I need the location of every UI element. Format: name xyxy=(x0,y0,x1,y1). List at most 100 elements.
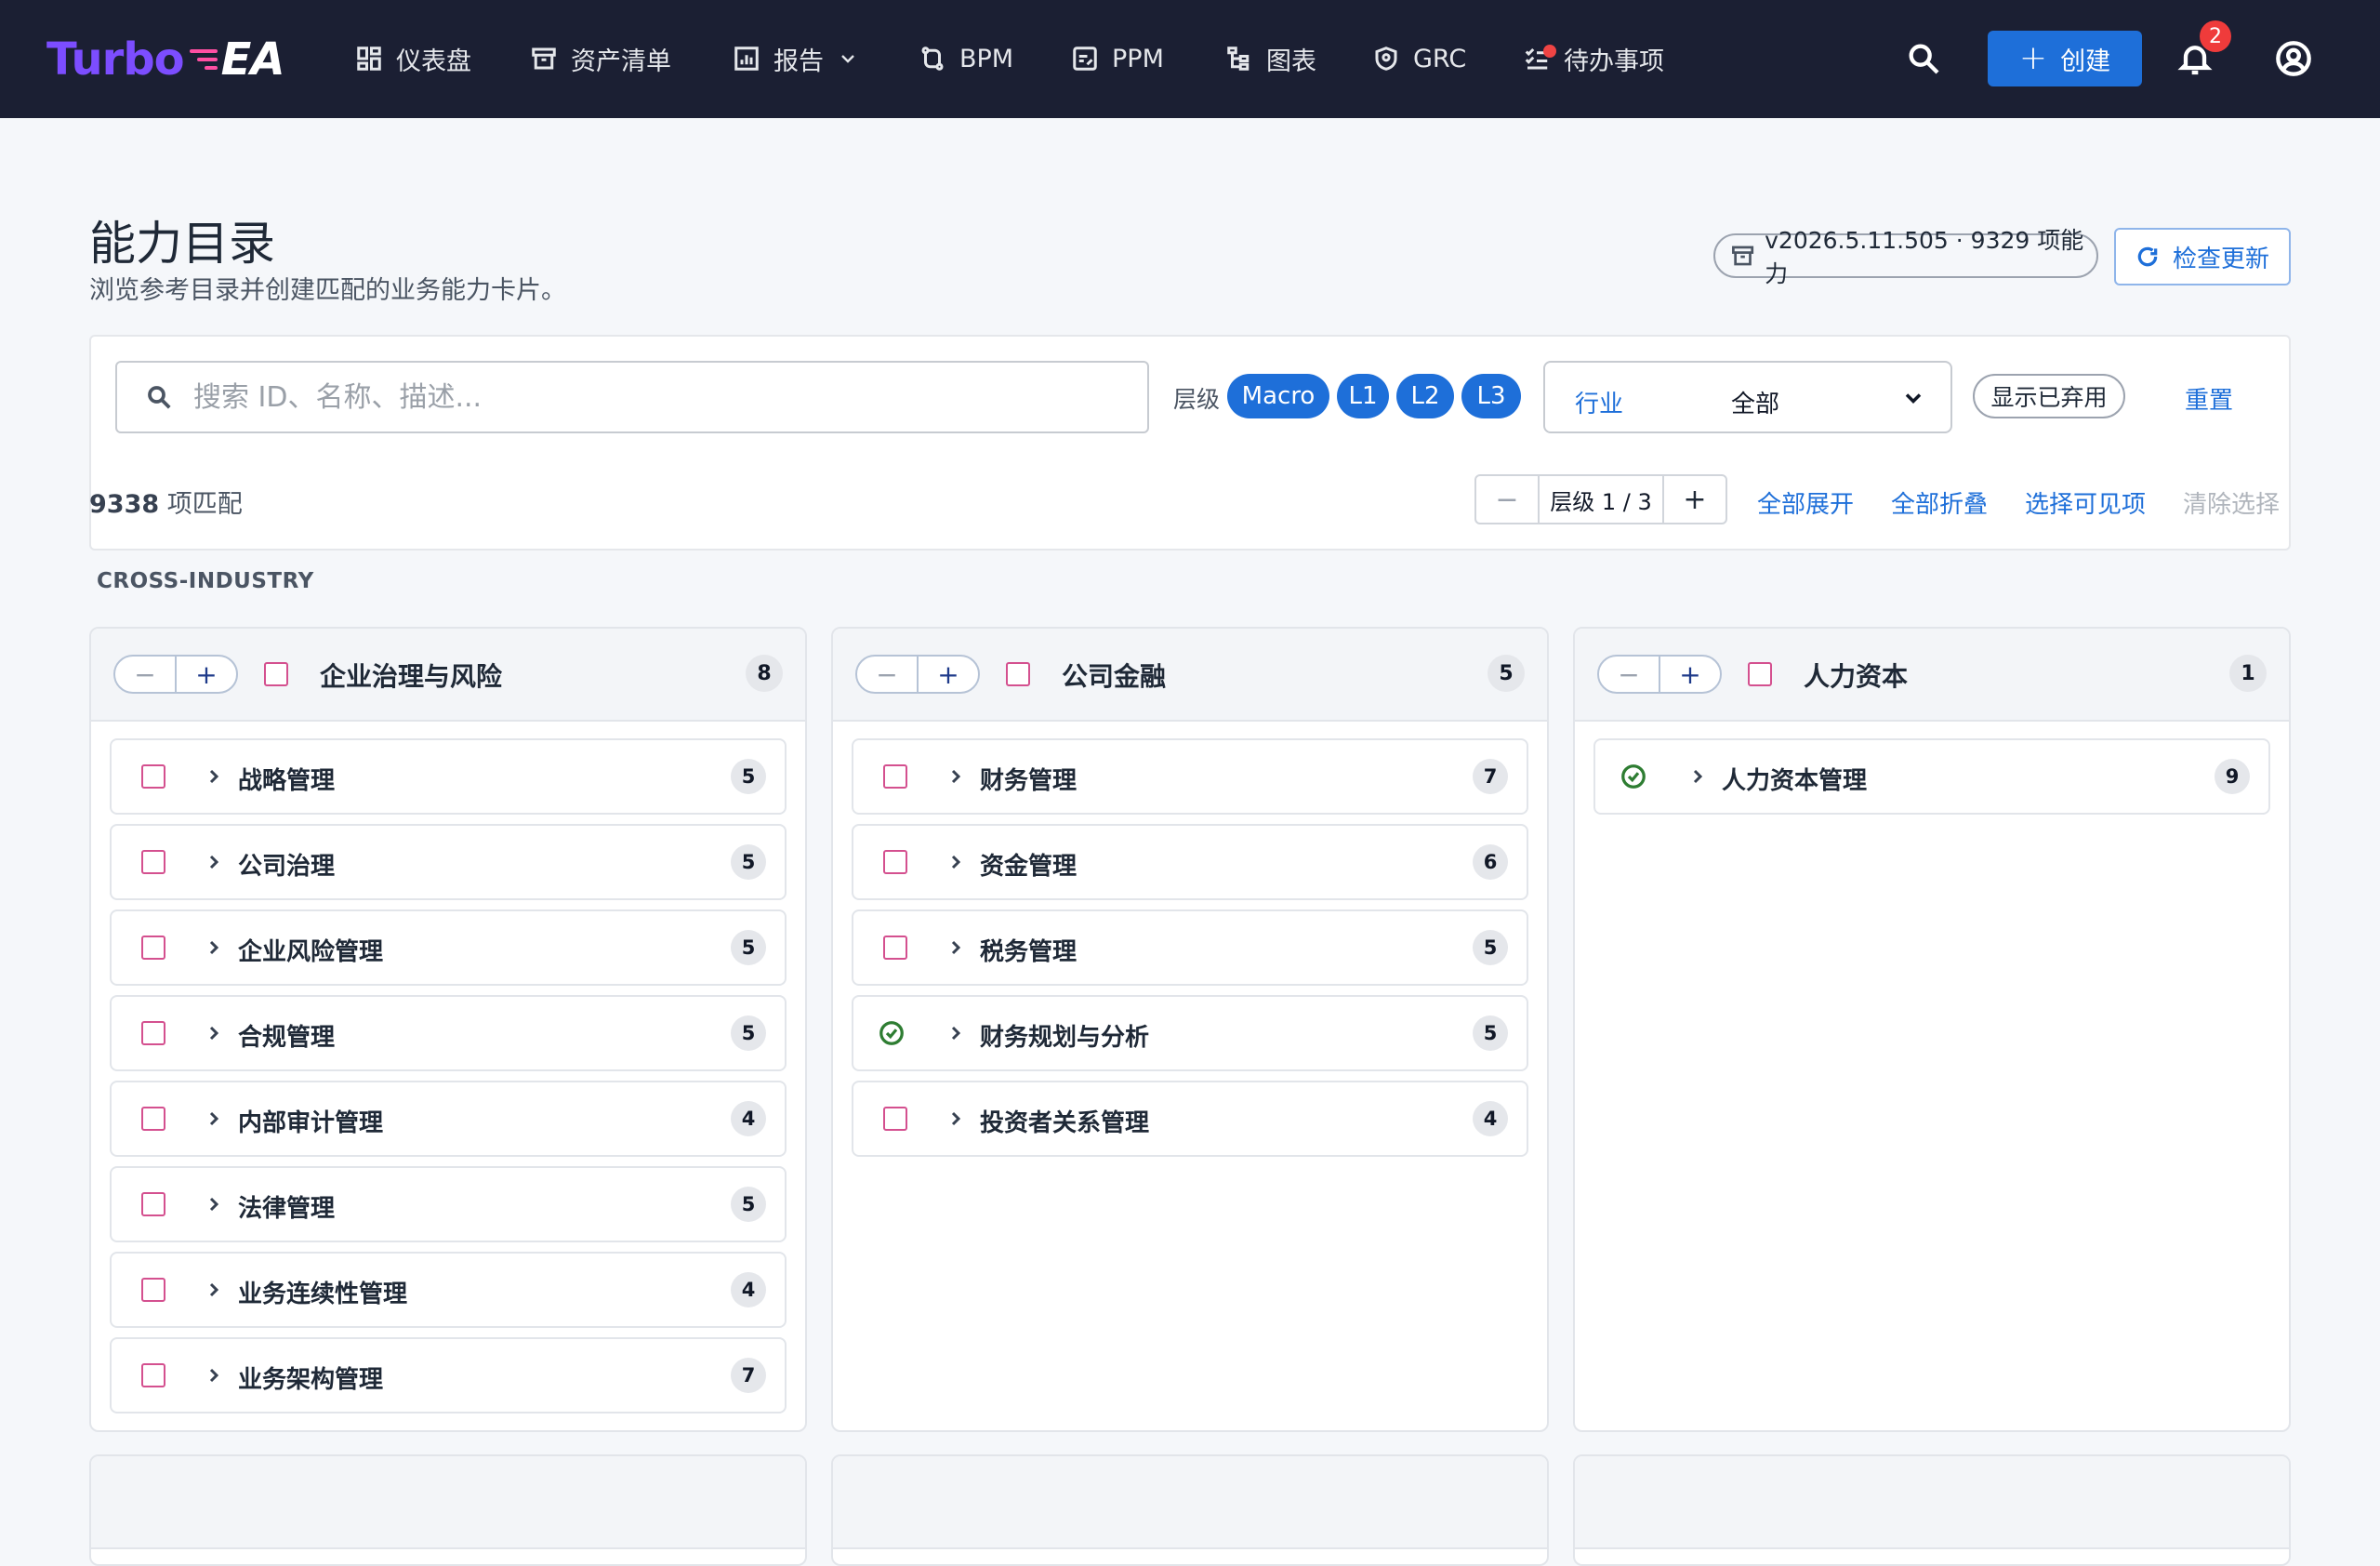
top-navbar: Turbo EA 仪表盘 资产清单 报告 BPM PPM 图表 GRC 待办事项… xyxy=(0,0,2380,118)
chevron-right-icon[interactable] xyxy=(945,936,967,959)
dashboard-icon xyxy=(357,46,381,71)
capability-row[interactable]: 公司治理 5 xyxy=(110,824,787,900)
row-checkbox[interactable] xyxy=(141,1107,165,1131)
nav-diagrams[interactable]: 图表 xyxy=(1225,35,1316,82)
row-checkbox[interactable] xyxy=(141,764,165,789)
card-expand-button[interactable]: + xyxy=(1660,657,1720,692)
row-checkbox[interactable] xyxy=(141,850,165,874)
card-expand-controls: − + xyxy=(1597,655,1722,694)
row-checkbox[interactable] xyxy=(141,1363,165,1387)
expand-all-button[interactable]: 全部展开 xyxy=(1757,485,1854,520)
capability-row[interactable]: 业务连续性管理 4 xyxy=(110,1252,787,1328)
capability-row-count: 5 xyxy=(1473,1015,1508,1051)
capability-row-label: 业务连续性管理 xyxy=(238,1281,408,1308)
card-collapse-button[interactable]: − xyxy=(1599,657,1660,692)
chevron-right-icon[interactable] xyxy=(203,1193,225,1215)
nav-reports[interactable]: 报告 xyxy=(733,35,859,82)
row-checkbox[interactable] xyxy=(883,936,907,960)
archive-icon xyxy=(1732,246,1754,266)
chevron-right-icon[interactable] xyxy=(1686,765,1709,788)
account-button[interactable] xyxy=(2268,33,2319,84)
nav-inventory-label: 资产清单 xyxy=(571,46,671,76)
row-checkbox[interactable] xyxy=(141,1021,165,1045)
select-visible-button[interactable]: 选择可见项 xyxy=(2025,485,2146,520)
row-checkbox[interactable] xyxy=(141,1278,165,1302)
capability-row[interactable]: 资金管理 6 xyxy=(852,824,1528,900)
match-count-value: 9338 xyxy=(89,490,160,519)
chevron-right-icon[interactable] xyxy=(945,1022,967,1044)
nav-dashboard[interactable]: 仪表盘 xyxy=(355,35,471,82)
card-expand-button[interactable]: + xyxy=(919,657,978,692)
card-count-badge: 1 xyxy=(2229,655,2267,692)
chevron-right-icon[interactable] xyxy=(203,1108,225,1130)
search-box[interactable] xyxy=(115,361,1149,433)
capability-row[interactable]: 投资者关系管理 4 xyxy=(852,1081,1528,1157)
chevron-right-icon[interactable] xyxy=(203,1022,225,1044)
row-checkbox[interactable] xyxy=(883,1107,907,1131)
nav-bpm[interactable]: BPM xyxy=(919,35,1013,82)
capability-row[interactable]: 企业风险管理 5 xyxy=(110,909,787,986)
capability-row-label: 内部审计管理 xyxy=(238,1109,384,1137)
reset-filters-link[interactable]: 重置 xyxy=(2185,381,2233,416)
nav-inventory[interactable]: 资产清单 xyxy=(530,35,671,82)
level-chip-macro[interactable]: Macro xyxy=(1227,374,1329,418)
level-chip-l3[interactable]: L3 xyxy=(1461,374,1521,418)
card-collapse-button[interactable]: − xyxy=(115,657,177,692)
check-circle-icon[interactable] xyxy=(878,1019,906,1047)
chevron-right-icon[interactable] xyxy=(945,765,967,788)
capability-row[interactable]: 内部审计管理 4 xyxy=(110,1081,787,1157)
nav-ppm[interactable]: PPM xyxy=(1071,35,1164,82)
chevron-right-icon[interactable] xyxy=(203,936,225,959)
capability-row-label: 合规管理 xyxy=(238,1024,336,1052)
capability-row-count: 6 xyxy=(1473,844,1508,880)
chevron-right-icon[interactable] xyxy=(203,765,225,788)
level-chip-l1[interactable]: L1 xyxy=(1337,374,1389,418)
capability-row-count: 7 xyxy=(1473,759,1508,794)
capability-row[interactable]: 税务管理 5 xyxy=(852,909,1528,986)
capability-row[interactable]: 财务管理 7 xyxy=(852,738,1528,815)
level-filter-label: 层级 xyxy=(1173,386,1221,413)
row-checkbox[interactable] xyxy=(141,936,165,960)
capability-row-label: 财务管理 xyxy=(980,767,1078,795)
capability-row[interactable]: 财务规划与分析 5 xyxy=(852,995,1528,1071)
capability-row[interactable]: 战略管理 5 xyxy=(110,738,787,815)
nav-grc[interactable]: GRC xyxy=(1372,35,1466,82)
capability-card-stub xyxy=(831,1454,1549,1566)
collapse-all-button[interactable]: 全部折叠 xyxy=(1891,485,1988,520)
chevron-right-icon[interactable] xyxy=(203,1364,225,1387)
card-checkbox[interactable] xyxy=(264,662,288,686)
chevron-right-icon[interactable] xyxy=(945,851,967,873)
nav-todo[interactable]: 待办事项 xyxy=(1523,35,1664,82)
industry-select[interactable]: 行业 全部 xyxy=(1543,361,1952,433)
capability-row-label: 公司治理 xyxy=(238,853,336,881)
show-deprecated-toggle[interactable]: 显示已弃用 xyxy=(1973,374,2125,418)
capability-row[interactable]: 法律管理 5 xyxy=(110,1166,787,1242)
card-checkbox[interactable] xyxy=(1748,662,1772,686)
row-checkbox[interactable] xyxy=(141,1192,165,1216)
search-button[interactable] xyxy=(1898,33,1949,84)
nav-diagrams-label: 图表 xyxy=(1266,46,1316,76)
level-increase-button[interactable]: + xyxy=(1664,476,1726,523)
card-expand-button[interactable]: + xyxy=(177,657,236,692)
row-checkbox[interactable] xyxy=(883,850,907,874)
app-logo[interactable]: Turbo EA xyxy=(46,33,285,86)
capability-row[interactable]: 业务架构管理 7 xyxy=(110,1337,787,1413)
capability-row[interactable]: 人力资本管理 9 xyxy=(1593,738,2270,815)
check-circle-icon[interactable] xyxy=(1620,763,1647,790)
search-input[interactable] xyxy=(192,379,1125,415)
refresh-icon xyxy=(2137,246,2158,267)
create-button[interactable]: + 创建 xyxy=(1988,31,2142,86)
card-collapse-button[interactable]: − xyxy=(857,657,919,692)
check-update-button[interactable]: 检查更新 xyxy=(2114,228,2291,285)
search-icon xyxy=(148,386,171,409)
clear-selection-button[interactable]: 清除选择 xyxy=(2183,485,2280,520)
card-checkbox[interactable] xyxy=(1006,662,1030,686)
chevron-right-icon[interactable] xyxy=(203,1279,225,1301)
level-decrease-button[interactable]: − xyxy=(1476,476,1538,523)
capability-row-count: 5 xyxy=(731,1015,766,1051)
chevron-right-icon[interactable] xyxy=(203,851,225,873)
chevron-right-icon[interactable] xyxy=(945,1108,967,1130)
row-checkbox[interactable] xyxy=(883,764,907,789)
level-chip-l2[interactable]: L2 xyxy=(1396,374,1454,418)
capability-row[interactable]: 合规管理 5 xyxy=(110,995,787,1071)
